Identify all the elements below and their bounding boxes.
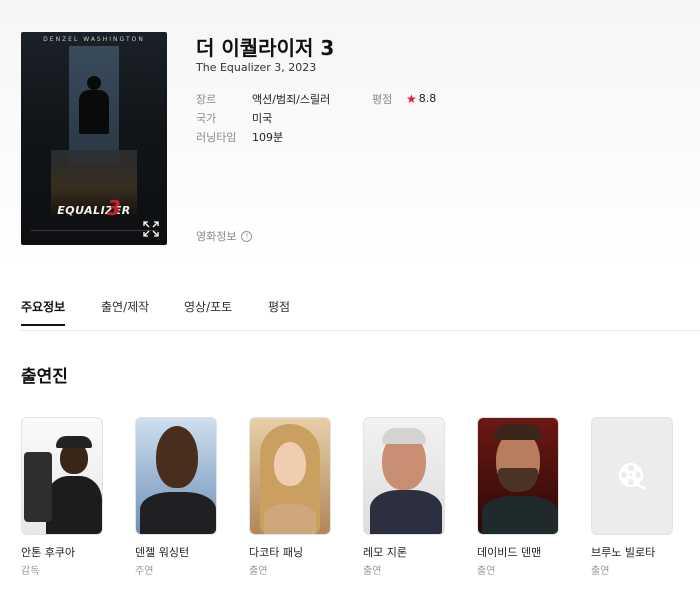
cast-role: 출연 [591,566,610,577]
cast-photo[interactable] [21,417,103,535]
photo-cap [56,436,92,448]
cast-card[interactable]: 레모 지론 출연 [363,417,445,577]
photo-face [156,426,198,488]
expand-icon[interactable] [143,221,159,237]
movie-info-link[interactable]: 영화정보 ! [196,228,253,244]
photo-hair [494,424,542,440]
cast-role: 감독 [21,566,40,577]
movie-info-link-label: 영화정보 [196,230,237,243]
info-row-runtime: 러닝타임 109분 [196,127,330,146]
tab-video-photo[interactable]: 영상/포토 [184,298,232,325]
photo-figure [370,490,442,534]
info-value: 109분 [252,130,284,144]
photo-camera [24,452,52,522]
photo-figure [46,476,102,534]
cast-name: 안톤 후쿠아 [21,546,76,559]
cast-card[interactable]: 덴젤 워싱턴 주연 [135,417,217,577]
star-icon: ★ [406,91,417,106]
poster-figure [87,76,101,90]
cast-section-title: 출연진 [21,367,68,387]
poster-logo-number: 3 [107,196,121,220]
cast-name: 데이비드 덴맨 [477,546,542,559]
cast-role: 출연 [477,566,496,577]
info-row-genre: 장르 액션/범죄/스릴러 [196,89,330,108]
cast-name: 레모 지론 [363,546,407,559]
info-label: 러닝타임 [196,130,237,144]
poster-figure-body [79,90,109,134]
poster-logo: EQUALIZER [57,204,131,217]
photo-figure [140,492,216,534]
tab-cast-crew[interactable]: 출연/제작 [101,298,149,325]
cast-name: 덴젤 워싱턴 [135,546,190,559]
info-circle-icon[interactable]: ! [241,230,253,242]
rating-value: 8.8 [418,92,437,105]
cast-card[interactable]: 데이비드 덴맨 출연 [477,417,559,577]
poster-billing-block [31,230,157,239]
cast-name: 브루노 빌로타 [591,546,656,559]
cast-role: 출연 [249,566,268,577]
photo-figure [264,504,316,534]
rating-label: 평점 [372,92,393,106]
cast-photo-placeholder[interactable] [591,417,673,535]
photo-beard [498,468,538,492]
tab-ratings[interactable]: 평점 [268,298,290,325]
cast-name: 다코타 패닝 [249,546,304,559]
cast-photo[interactable] [249,417,331,535]
info-label: 국가 [196,111,217,125]
movie-poster[interactable]: DENZEL WASHINGTON EQUALIZER 3 [21,32,167,245]
film-reel-icon [619,463,647,490]
info-value: 미국 [252,111,273,125]
cast-role: 주연 [135,566,154,577]
info-label: 장르 [196,92,217,106]
movie-info-list: 장르 액션/범죄/스릴러 국가 미국 러닝타임 109분 [196,89,330,146]
movie-rating: 평점 ★ 8.8 [372,89,436,108]
cast-photo[interactable] [135,417,217,535]
cast-photo[interactable] [477,417,559,535]
photo-hair [382,428,426,444]
info-row-country: 국가 미국 [196,108,330,127]
tab-bar: 주요정보 출연/제작 영상/포토 평점 [21,298,700,331]
cast-photo[interactable] [363,417,445,535]
movie-title: 더 이퀄라이저 3 [196,36,335,60]
cast-role: 출연 [363,566,382,577]
tab-main-info[interactable]: 주요정보 [21,298,66,326]
info-value: 액션/범죄/스릴러 [252,92,331,106]
cast-card[interactable]: 브루노 빌로타 출연 [591,417,673,577]
poster-top-credit: DENZEL WASHINGTON [43,36,145,43]
movie-subtitle: The Equalizer 3, 2023 [196,61,317,74]
cast-card[interactable]: 안톤 후쿠아 감독 [21,417,103,577]
photo-figure [482,496,558,534]
cast-card[interactable]: 다코타 패닝 출연 [249,417,331,577]
photo-face [274,442,306,486]
